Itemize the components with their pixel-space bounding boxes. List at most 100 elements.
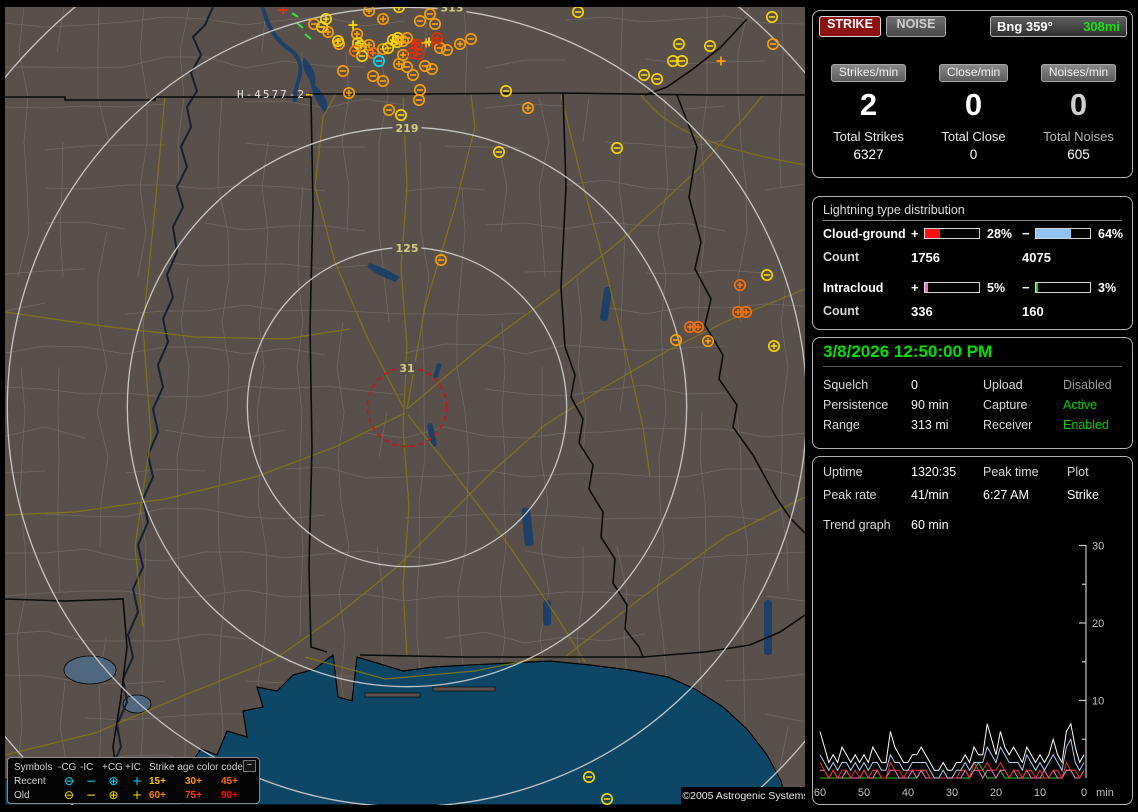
lightning-distribution-panel: Lightning type distribution Cloud-ground… — [812, 196, 1133, 330]
trend-window-value: 60 min — [911, 518, 949, 532]
count-label: Count — [823, 250, 860, 264]
upload-value: Disabled — [1063, 378, 1112, 392]
legend-header-cgneg: -CG — [58, 761, 77, 773]
trend-graph-row: Trend graph 60 min — [823, 518, 1011, 534]
strikes-per-min-value: 2 — [859, 87, 878, 122]
ic-pos-count: 336 — [911, 304, 933, 319]
svg-text:30: 30 — [946, 787, 958, 799]
noises-counter: Noises/min 0 Total Noises 605 — [1025, 63, 1132, 162]
ic-neg-old-icon: − — [85, 788, 97, 802]
peak-time-value: 6:27 AM — [983, 488, 1029, 502]
age-45: 45+ — [221, 775, 238, 787]
cloud-ground-label: Cloud-ground — [823, 226, 906, 241]
svg-text:30: 30 — [1092, 541, 1104, 553]
intracloud-row: Intracloud + 5% − 3% — [823, 280, 1129, 295]
svg-text:40: 40 — [902, 787, 914, 799]
strikes-per-min-chip[interactable]: Strikes/min — [830, 64, 907, 82]
strike-symbols — [278, 7, 780, 805]
cg-pos-recent-icon: ⊕ — [108, 774, 119, 788]
lightning-map[interactable]: 31 125 219 313 H-4577-2– − Symbols -CG -IC … — [5, 7, 805, 805]
legend-header-icneg: -IC — [80, 761, 94, 773]
count-label: Count — [823, 304, 860, 318]
svg-text:10: 10 — [1034, 787, 1046, 799]
legend-age-title: Strike age color codes — [149, 761, 248, 773]
ic-neg-pct: 3% — [1098, 280, 1117, 295]
status-panel: 3/8/2026 12:50:00 PM Squelch 0 Upload Di… — [812, 337, 1133, 449]
cloud-ground-row: Cloud-ground + 28% − 64% — [823, 226, 1129, 241]
distribution-title: Lightning type distribution — [823, 203, 1122, 221]
ic-pos-bar — [924, 282, 980, 293]
noise-indicator-button[interactable]: NOISE — [886, 16, 946, 37]
trend-graph: 10 20 30 60 50 40 30 20 10 0 min — [814, 541, 1114, 800]
stats-row: Uptime 1320:35 Peak time Plot — [823, 465, 1127, 481]
ic-neg-bar — [1035, 282, 1091, 293]
legend-minimize-button[interactable]: − — [243, 760, 256, 772]
copyright-text: ©2005 Astrogenic Systems — [681, 787, 805, 805]
noises-per-min-value: 0 — [1069, 87, 1088, 122]
cg-pos-count: 1756 — [911, 250, 940, 265]
noises-per-min-chip[interactable]: Noises/min — [1040, 64, 1117, 82]
age-15: 15+ — [149, 775, 166, 787]
range-value: 308mi — [1083, 19, 1120, 34]
squelch-value: 0 — [911, 378, 918, 392]
stats-row: Peak rate 41/min 6:27 AM Strike — [823, 488, 1127, 504]
cg-neg-pct: 64% — [1098, 226, 1124, 241]
stats-trend-panel: Uptime 1320:35 Peak time Plot Peak rate … — [812, 456, 1133, 805]
age-30: 30+ — [185, 775, 202, 787]
total-close-value: 0 — [969, 147, 978, 162]
legend-header-cgpos: +CG — [102, 761, 123, 773]
svg-text:20: 20 — [990, 787, 1002, 799]
svg-text:min: min — [1096, 787, 1114, 799]
svg-text:20: 20 — [1092, 618, 1104, 630]
cg-neg-count: 4075 — [1022, 250, 1051, 265]
peak-time-label: Peak time — [983, 465, 1039, 479]
range-value: 313 mi — [911, 418, 949, 432]
plot-value: Strike — [1067, 488, 1099, 502]
legend-header-symbols: Symbols — [14, 761, 53, 773]
nexstorm-app: 31 125 219 313 H-4577-2– − Symbols -CG -IC … — [0, 0, 1138, 812]
bearing-value: Bng 359° — [997, 19, 1053, 34]
close-per-min-value: 0 — [964, 87, 983, 122]
age-60: 60+ — [149, 789, 166, 801]
station-label: H-4577-2– — [237, 88, 315, 101]
datetime-display: 3/8/2026 12:50:00 PM — [823, 342, 1122, 367]
strikes-counter: Strikes/min 2 Total Strikes 6327 — [815, 63, 922, 162]
cg-pos-pct: 28% — [987, 226, 1013, 241]
station-pointer: – — [305, 88, 315, 101]
strike-counter-panel: STRIKE NOISE Bng 359° 308mi Strikes/min … — [812, 10, 1133, 178]
cg-neg-bar — [1035, 228, 1091, 239]
age-90: 90+ — [221, 789, 238, 801]
ic-pos-old-icon: + — [131, 788, 143, 802]
age-75: 75+ — [185, 789, 202, 801]
range-label: Range — [823, 418, 860, 432]
ic-pos-pct: 5% — [987, 280, 1006, 295]
status-row: Range 313 mi Receiver Enabled — [823, 418, 1129, 434]
cg-pos-old-icon: ⊕ — [108, 788, 119, 802]
status-row: Persistence 90 min Capture Active — [823, 398, 1129, 414]
cloud-ground-counts: Count 1756 4075 — [823, 250, 1122, 265]
bearing-range-display: Bng 359° 308mi — [990, 16, 1127, 37]
close-per-min-chip[interactable]: Close/min — [938, 64, 1009, 82]
capture-value: Active — [1063, 398, 1098, 412]
close-counter: Close/min 0 Total Close 0 — [920, 63, 1027, 162]
strike-indicator-button[interactable]: STRIKE — [819, 16, 881, 37]
squelch-label: Squelch — [823, 378, 869, 392]
ic-pos-recent-icon: + — [131, 774, 143, 788]
total-strikes-label: Total Strikes — [833, 129, 904, 144]
intracloud-counts: Count 336 160 — [823, 304, 1122, 319]
svg-text:10: 10 — [1092, 696, 1104, 708]
receiver-value: Enabled — [1063, 418, 1109, 432]
total-noises-label: Total Noises — [1043, 129, 1114, 144]
receiver-label: Receiver — [983, 418, 1033, 432]
persistence-value: 90 min — [911, 398, 949, 412]
uptime-label: Uptime — [823, 465, 863, 479]
ic-neg-recent-icon: − — [85, 774, 97, 788]
persistence-label: Persistence — [823, 398, 889, 412]
upload-label: Upload — [983, 378, 1023, 392]
peak-rate-label: Peak rate — [823, 488, 877, 502]
status-row: Squelch 0 Upload Disabled — [823, 378, 1129, 394]
uptime-value: 1320:35 — [911, 465, 957, 479]
svg-text:60: 60 — [814, 787, 826, 799]
cg-pos-bar — [924, 228, 980, 239]
legend-row-recent: Recent — [14, 775, 46, 787]
